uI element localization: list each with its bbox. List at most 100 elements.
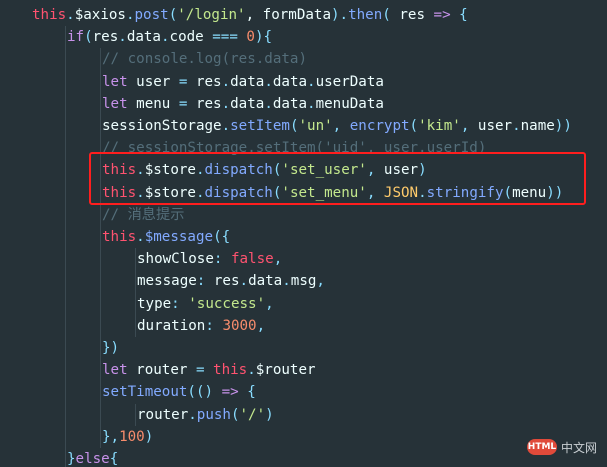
code-token: )) xyxy=(554,118,572,134)
code-token: . xyxy=(247,362,256,379)
code-token: . xyxy=(264,95,273,112)
code-token: res xyxy=(92,29,119,46)
code-token: () xyxy=(195,384,214,401)
code-token: let xyxy=(102,73,137,90)
code-token: , xyxy=(316,273,325,290)
code-token: = xyxy=(187,362,214,379)
code-token: res xyxy=(213,273,240,290)
code-token: , xyxy=(265,295,274,312)
code-token: = xyxy=(170,95,196,112)
code-token: duration xyxy=(137,317,206,334)
code-token: push xyxy=(196,406,231,423)
code-token: res xyxy=(195,73,222,90)
code-token: let xyxy=(102,95,137,112)
code-token: : xyxy=(205,317,223,334)
code-line[interactable]: this.$message({ xyxy=(102,226,230,248)
code-line[interactable]: }) xyxy=(102,337,119,359)
code-token: data xyxy=(272,73,308,90)
code-token: . xyxy=(125,7,135,23)
code-token: user xyxy=(477,118,513,134)
code-token: '/login' xyxy=(177,7,246,23)
code-token: . xyxy=(118,29,127,46)
code-line[interactable]: // console.log(res.data) xyxy=(102,48,307,70)
code-token: data xyxy=(272,95,308,112)
code-token: data xyxy=(230,95,265,112)
code-line[interactable]: }else{ xyxy=(67,448,118,467)
code-token: . xyxy=(307,73,316,90)
code-line[interactable]: router.push('/') xyxy=(137,404,274,426)
indent-guide xyxy=(135,403,136,426)
code-token: then xyxy=(348,7,383,23)
code-editor[interactable]: this.$axios.post('/login', formData).the… xyxy=(0,0,607,467)
code-token: }) xyxy=(102,340,120,356)
code-line[interactable]: },100) xyxy=(102,426,153,448)
code-token: . xyxy=(66,7,75,23)
code-token: // 消息提示 xyxy=(102,206,185,223)
code-token: code xyxy=(169,29,204,46)
code-token: , xyxy=(460,118,478,134)
watermark: HTML 中文网 xyxy=(526,437,597,457)
code-line[interactable]: let router = this.$router xyxy=(102,359,316,381)
code-token: 'kim' xyxy=(418,118,461,134)
code-token: let xyxy=(102,362,137,379)
watermark-text: 中文网 xyxy=(560,440,597,455)
code-line[interactable]: this.$axios.post('/login', formData).the… xyxy=(32,4,468,26)
watermark-logo-icon: HTML xyxy=(526,439,557,455)
code-line[interactable]: sessionStorage.setItem('un', encrypt('ki… xyxy=(102,115,572,137)
code-token: = xyxy=(170,73,196,90)
code-line[interactable]: let menu = res.data.data.menuData xyxy=(102,93,384,115)
code-token: : xyxy=(171,295,189,312)
code-token: : xyxy=(196,273,214,290)
code-line[interactable]: setTimeout(() => { xyxy=(102,381,256,403)
code-token: ){ xyxy=(254,29,273,46)
code-token: if xyxy=(67,29,85,46)
code-token: }, xyxy=(102,428,120,445)
code-token: ( xyxy=(409,118,419,134)
code-token: ( xyxy=(84,29,93,46)
code-token: 3000 xyxy=(222,317,257,334)
code-token: message xyxy=(137,273,197,290)
code-token: setTimeout xyxy=(102,384,188,401)
indent-guide xyxy=(135,248,136,337)
code-token: name xyxy=(520,118,555,134)
code-token: . xyxy=(136,229,145,245)
code-token: 'un' xyxy=(298,118,333,134)
code-token: this xyxy=(102,229,137,245)
code-token: res xyxy=(195,95,222,112)
code-line[interactable]: duration: 3000, xyxy=(137,315,265,337)
code-token: '/' xyxy=(239,406,266,423)
code-token: . xyxy=(188,406,197,423)
highlight-box xyxy=(89,152,586,205)
code-token: // console.log(res.data) xyxy=(102,51,307,68)
code-line[interactable]: if(res.data.code === 0){ xyxy=(67,26,272,48)
code-token: => xyxy=(213,384,248,401)
code-token: ({ xyxy=(213,229,231,245)
code-token: $axios xyxy=(74,7,126,23)
code-token: data xyxy=(126,29,161,46)
code-line[interactable]: let user = res.data.data.userData xyxy=(102,71,384,93)
code-token: . xyxy=(221,73,231,90)
code-token: . xyxy=(160,29,170,46)
code-token: . xyxy=(339,7,349,23)
code-token: , xyxy=(332,118,350,134)
code-token: data xyxy=(230,73,265,90)
code-token: user xyxy=(136,73,171,90)
code-token: $router xyxy=(255,362,316,379)
indent-guide xyxy=(100,48,101,448)
code-token: sessionStorage xyxy=(102,118,222,134)
code-line[interactable]: showClose: false, xyxy=(137,248,282,270)
code-line[interactable]: // 消息提示 xyxy=(102,204,184,226)
code-token: msg xyxy=(290,273,317,290)
code-token: ) xyxy=(265,406,274,423)
code-line[interactable]: message: res.data.msg, xyxy=(137,270,325,292)
code-token: { xyxy=(109,451,119,467)
code-token: === xyxy=(203,29,247,46)
indent-guide xyxy=(65,26,66,467)
code-line[interactable]: type: 'success', xyxy=(137,293,274,315)
code-token: } xyxy=(67,451,76,467)
code-token: false xyxy=(230,251,274,268)
code-token: data xyxy=(248,273,283,290)
code-token: userData xyxy=(315,73,384,90)
code-token: else xyxy=(75,451,110,467)
code-token: this xyxy=(213,362,248,379)
